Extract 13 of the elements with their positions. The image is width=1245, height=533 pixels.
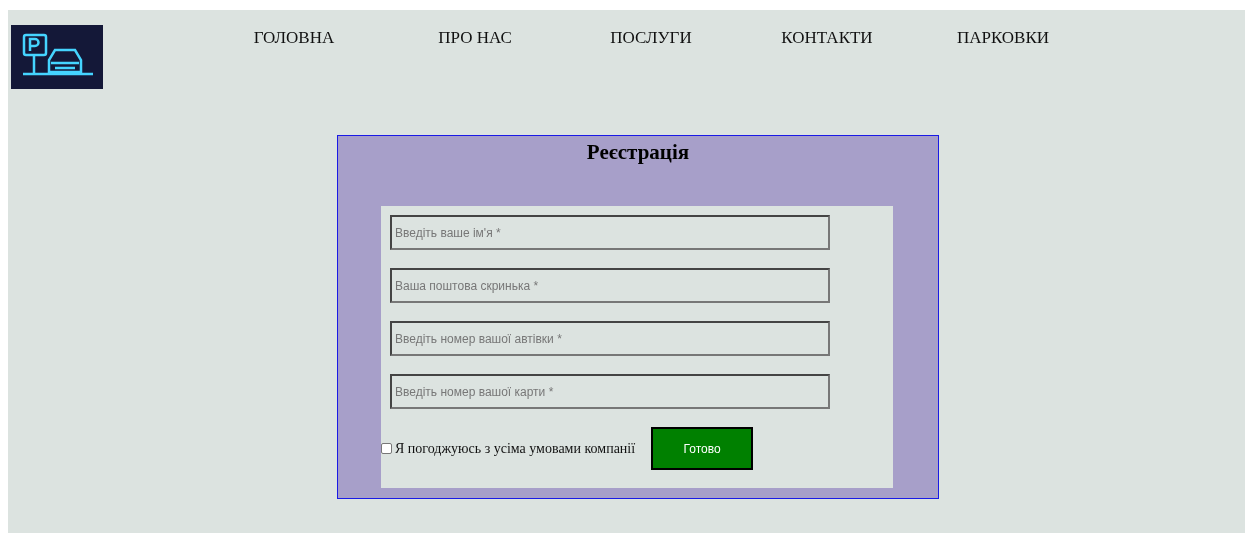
input-field[interactable]: Введіть номер вашої карти * — [390, 374, 830, 409]
agree-label: Я погоджуюсь з усіма умовами компанії — [395, 440, 636, 457]
input-field[interactable]: Введіть номер вашої автівки * — [390, 321, 830, 356]
nav-link[interactable]: ГОЛОВНА — [239, 28, 349, 48]
nav-link[interactable]: ПРО НАС — [387, 28, 563, 48]
nav-link[interactable]: КОНТАКТИ — [739, 28, 915, 48]
form-title: Реєстрація — [585, 140, 691, 165]
agree-checkbox[interactable] — [381, 443, 392, 454]
submit-button[interactable]: Готово — [651, 427, 754, 470]
nav-link[interactable]: ПОСЛУГИ — [563, 28, 739, 48]
nav-link[interactable]: ПАРКОВКИ — [915, 28, 1091, 48]
input-field[interactable]: Ваша поштова скринька * — [390, 268, 830, 303]
input-field[interactable]: Введіть ваше ім'я * — [390, 215, 830, 250]
